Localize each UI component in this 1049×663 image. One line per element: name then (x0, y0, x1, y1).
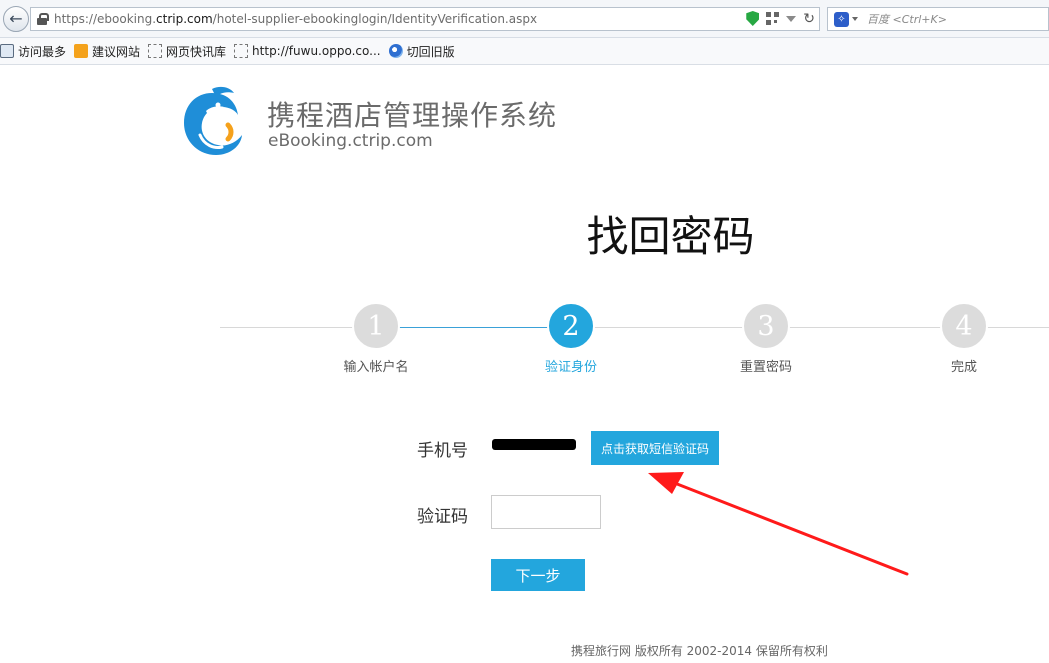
dotted-bookmark-icon (234, 44, 249, 58)
step-label: 验证身份 (544, 360, 597, 375)
verification-code-label: 验证码 (417, 507, 468, 527)
step-label: 输入帐户名 (343, 360, 409, 375)
step-verify-identity: 2 验证身份 (516, 302, 626, 375)
qr-code-icon[interactable] (766, 12, 780, 25)
search-box[interactable]: ✧ (827, 7, 1049, 31)
ctrip-dolphin-logo[interactable] (178, 85, 246, 157)
swirl-icon (388, 44, 403, 58)
step-complete: 4 完成 (909, 302, 1019, 375)
bookmark-label: 建议网站 (92, 44, 141, 59)
step-label: 重置密码 (739, 360, 792, 375)
next-step-button[interactable]: 下一步 (491, 559, 585, 591)
browser-address-row: ← https://ebooking.ctrip.com/hotel-suppl… (0, 0, 1049, 38)
url-bar[interactable]: https://ebooking.ctrip.com/hotel-supplie… (30, 7, 820, 31)
bookmark-label: 切回旧版 (406, 44, 455, 59)
bookmark-most-visited[interactable]: 访问最多 (0, 43, 66, 60)
search-engine-dropdown-icon[interactable] (852, 17, 858, 21)
red-annotation-arrow-icon (648, 472, 909, 576)
step-number: 3 (742, 302, 790, 350)
bookmark-web-slice-gallery[interactable]: 网页快讯库 (148, 43, 226, 60)
baidu-paw-icon[interactable]: ✧ (834, 11, 849, 27)
footer-copyright: 携程旅行网 版权所有 2002-2014 保留所有权利 (571, 644, 828, 658)
bookmark-oppo-fuwu[interactable]: http://fuwu.oppo.co... (234, 44, 381, 58)
bookmark-switch-old-version[interactable]: 切回旧版 (388, 43, 455, 60)
site-subtitle: eBooking.ctrip.com (268, 131, 433, 151)
back-arrow-icon: ← (9, 9, 23, 28)
site-header: 携程酒店管理操作系统 eBooking.ctrip.com (178, 85, 578, 160)
bookmark-label: 访问最多 (18, 44, 67, 59)
progress-stepper: 1 输入帐户名 2 验证身份 3 重置密码 4 完成 (220, 302, 1049, 382)
dotted-bookmark-icon (148, 44, 163, 58)
verification-code-input[interactable] (491, 495, 601, 529)
back-button[interactable]: ← (3, 6, 29, 32)
orange-bookmark-icon (74, 44, 89, 58)
step-label: 完成 (950, 360, 977, 375)
search-input[interactable] (867, 12, 1047, 26)
page-title: 找回密码 (586, 212, 755, 261)
step-reset-password: 3 重置密码 (711, 302, 821, 375)
step-number: 2 (547, 302, 595, 350)
bookmark-suggested-sites[interactable]: 建议网站 (74, 43, 140, 60)
step-enter-account: 1 输入帐户名 (321, 302, 431, 375)
step-number: 1 (352, 302, 400, 350)
bookmark-label: http://fuwu.oppo.co... (252, 44, 381, 58)
get-sms-code-button[interactable]: 点击获取短信验证码 (591, 431, 719, 465)
shield-icon[interactable] (746, 11, 760, 26)
refresh-icon[interactable]: ↻ (803, 12, 815, 26)
phone-label: 手机号 (417, 441, 468, 461)
site-title: 携程酒店管理操作系统 (267, 99, 558, 132)
phone-number-redacted (492, 439, 576, 450)
step-number: 4 (940, 302, 988, 350)
dropdown-arrow-icon[interactable] (786, 15, 797, 22)
lock-icon (37, 13, 49, 25)
bookmarks-bar: 访问最多 建议网站 网页快讯库 http://fuwu.oppo.co... 切… (0, 38, 1049, 65)
url-text: https://ebooking.ctrip.com/hotel-supplie… (54, 12, 538, 26)
bookmark-label: 网页快讯库 (166, 44, 227, 59)
doc-icon (0, 44, 14, 58)
